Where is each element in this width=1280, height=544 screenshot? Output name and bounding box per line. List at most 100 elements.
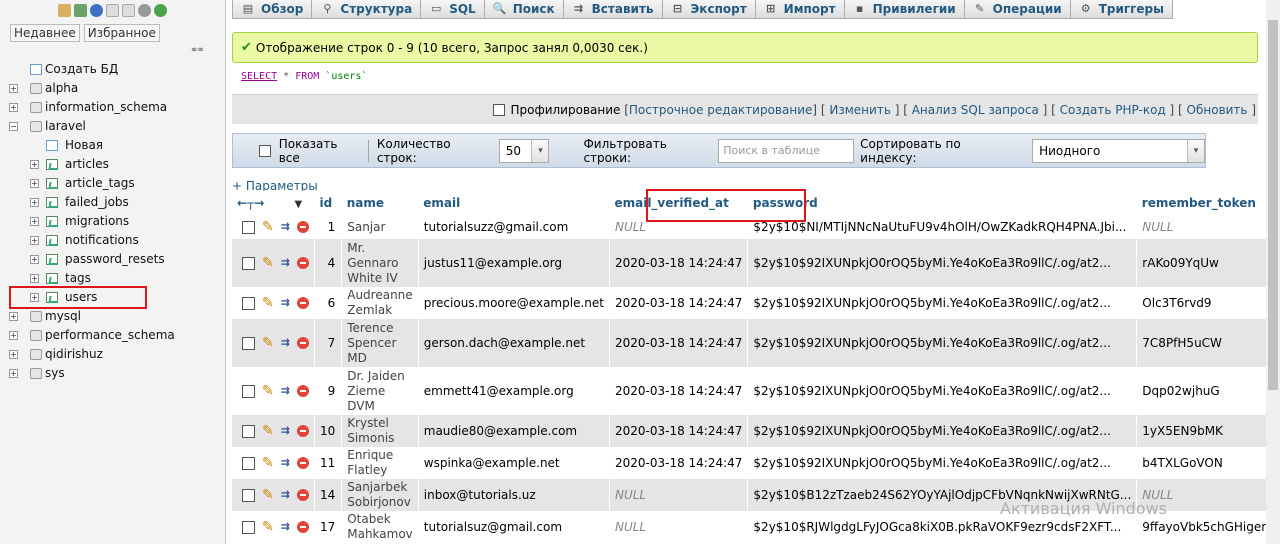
cell-id[interactable]: 14 [314,479,343,511]
pencil-icon[interactable]: ✎ [262,384,274,398]
row-checkbox[interactable] [242,220,255,234]
row-checkbox[interactable] [242,336,255,350]
tree-item-laravel[interactable]: − laravel [0,117,225,136]
favorites-tab[interactable]: Избранное [83,24,160,42]
cell-email[interactable]: inbox@tutorials.uz [418,479,610,511]
copy-icon[interactable]: ⇉ [281,336,290,350]
column-arrows-icon[interactable]: ←┬→ [237,196,264,210]
cell-token[interactable]: Olc3T6rvd9 [1136,287,1280,319]
expand-icon[interactable]: + [9,103,18,112]
tree-item-failed-jobs[interactable]: + failed_jobs [0,193,225,212]
profiling-checkbox[interactable] [493,103,506,116]
tree-item-migrations[interactable]: + migrations [0,212,225,231]
cell-id[interactable]: 1 [314,215,343,239]
copy-icon[interactable]: ⇉ [281,520,290,534]
copy-icon[interactable]: ⇉ [281,220,290,234]
logout-icon[interactable] [74,4,87,17]
cell-id[interactable]: 7 [314,319,343,367]
cell-verified[interactable]: 2020-03-18 14:24:47 [609,239,749,287]
expand-icon[interactable]: + [30,179,39,188]
pencil-icon[interactable]: ✎ [262,220,274,234]
help-icon[interactable] [90,4,103,17]
sort-down-icon[interactable]: ▼ [295,199,303,210]
row-checkbox[interactable] [242,424,255,438]
cell-token[interactable]: NULL [1136,215,1280,239]
tree-item-password-resets[interactable]: + password_resets [0,250,225,269]
copy-icon[interactable]: ⇉ [281,488,290,502]
expand-icon[interactable]: + [9,350,18,359]
copy-icon[interactable]: ⇉ [281,384,290,398]
cell-name[interactable]: Audreanne Zemlak [341,287,419,319]
tab-9[interactable]: ⚙ Триггеры [1070,0,1173,19]
tree-item-article-tags[interactable]: + article_tags [0,174,225,193]
docs-icon[interactable] [106,4,119,17]
delete-icon[interactable] [296,221,309,233]
cell-token[interactable]: b4TXLGoVON [1136,447,1280,479]
row-checkbox[interactable] [242,488,255,502]
cell-id[interactable]: 9 [314,367,343,415]
cell-name[interactable]: Enrique Flatley [341,447,419,479]
tree-item-alpha[interactable]: + alpha [0,79,225,98]
tab-3[interactable]: 🔍 Поиск [484,0,564,19]
cell-name[interactable]: Sanjarbek Sobirjonov [341,479,419,511]
copy-icon[interactable]: ⇉ [281,296,290,310]
column-header-name[interactable]: name [341,191,419,215]
cell-name[interactable]: Mr. Gennaro White IV [341,239,419,287]
tab-0[interactable]: ▤ Обзор [232,0,313,19]
cell-verified[interactable]: NULL [609,479,749,511]
row-checkbox[interactable] [242,384,255,398]
expand-icon[interactable]: + [9,312,18,321]
inline-edit-link[interactable]: Построчное редактирование [629,103,813,117]
expand-icon[interactable]: + [30,236,39,245]
cell-token[interactable]: 7C8PfH5uCW [1136,319,1280,367]
tree-item-notifications[interactable]: + notifications [0,231,225,250]
scrollbar-thumb[interactable] [1268,20,1278,390]
cell-id[interactable]: 11 [314,447,343,479]
cell-email[interactable]: tutorialsuzz@gmail.com [418,215,610,239]
create-db-item[interactable]: Создать БД [0,60,225,79]
delete-icon[interactable] [296,425,309,437]
cell-email[interactable]: emmett41@example.org [418,367,610,415]
pencil-icon[interactable]: ✎ [262,424,274,438]
tree-item-qidirishuz[interactable]: + qidirishuz [0,345,225,364]
rows-count-select[interactable]: 50 ▾ [498,138,550,163]
cell-name[interactable]: Sanjar [341,215,419,239]
cell-token[interactable]: rAKo09YqUw [1136,239,1280,287]
cell-verified[interactable]: 2020-03-18 14:24:47 [609,287,749,319]
column-header-id[interactable]: id [314,191,342,215]
tab-4[interactable]: ⇉ Вставить [563,0,663,19]
expand-icon[interactable]: + [9,331,18,340]
cell-email[interactable]: justus11@example.org [418,239,610,287]
gear-icon[interactable] [138,4,151,17]
cell-password[interactable]: $2y$10$NI/MTIjNNcNaUtuFU9v4hOlH/OwZKadkR… [747,215,1138,239]
filter-rows-input[interactable]: Поиск в таблице [718,138,855,163]
expand-icon[interactable]: + [30,255,39,264]
tree-item-performance-schema[interactable]: + performance_schema [0,326,225,345]
reload-icon[interactable] [154,4,167,17]
cell-id[interactable]: 10 [314,415,343,447]
expand-icon[interactable]: + [30,160,39,169]
cell-token[interactable]: 1yX5EN9bMK [1136,415,1280,447]
analyze-sql-link[interactable]: Анализ SQL запроса [912,103,1039,117]
sort-index-select[interactable]: Ниодного ▾ [1032,138,1205,163]
row-checkbox[interactable] [242,256,255,270]
tab-1[interactable]: ⚲ Структура [312,0,422,19]
page-scrollbar[interactable] [1266,0,1280,544]
cell-email[interactable]: tutorialsuz@gmail.com [418,511,610,543]
delete-icon[interactable] [296,337,309,349]
copy-icon[interactable]: ⇉ [281,456,290,470]
collapse-icon[interactable]: − [9,122,18,131]
recent-tab[interactable]: Недавнее [10,24,80,42]
cell-email[interactable]: gerson.dach@example.net [418,319,610,367]
cell-password[interactable]: $2y$10$92IXUNpkjO0rOQ5byMi.Ye4oKoEa3Ro9l… [747,319,1138,367]
cell-verified[interactable]: 2020-03-18 14:24:47 [609,415,749,447]
delete-icon[interactable] [296,297,309,309]
cell-password[interactable]: $2y$10$92IXUNpkjO0rOQ5byMi.Ye4oKoEa3Ro9l… [747,367,1138,415]
create-php-link[interactable]: Создать PHP-код [1060,103,1166,117]
cell-id[interactable]: 6 [314,287,343,319]
column-header-email[interactable]: email [418,191,610,215]
delete-icon[interactable] [296,521,309,533]
cell-password[interactable]: $2y$10$92IXUNpkjO0rOQ5byMi.Ye4oKoEa3Ro9l… [747,239,1138,287]
cell-email[interactable]: maudie80@example.com [418,415,610,447]
expand-icon[interactable]: + [30,217,39,226]
